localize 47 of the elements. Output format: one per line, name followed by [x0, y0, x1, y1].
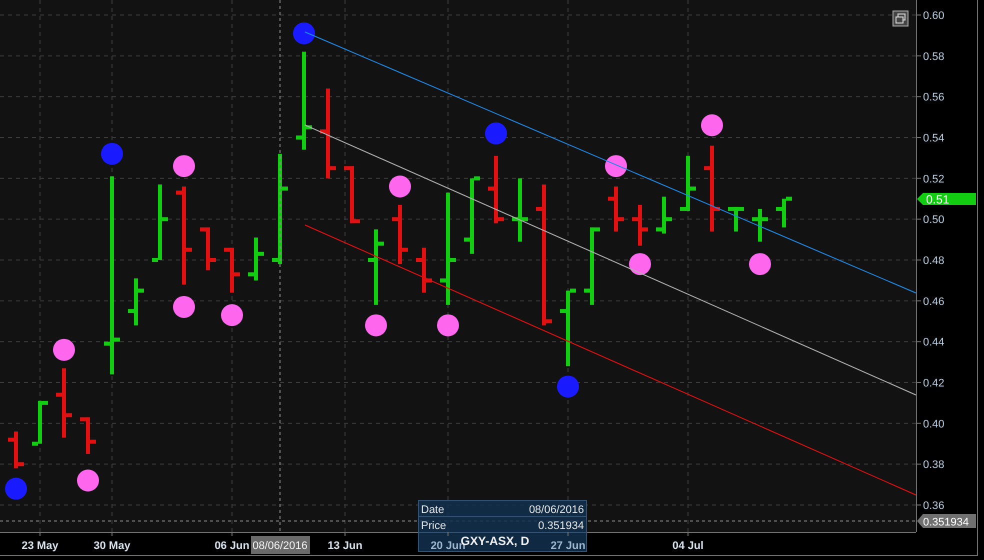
tooltip-label: Price: [421, 520, 446, 532]
crosshair-date-label: 08/06/2016: [251, 536, 310, 554]
restore-icon[interactable]: [892, 10, 908, 26]
axis-label: 0.54: [923, 132, 944, 144]
axis-label: 0.60: [923, 10, 944, 22]
axis-label: 30 May: [94, 540, 130, 552]
axis-label: 0.52: [923, 173, 944, 186]
trend-line[interactable]: [304, 32, 916, 294]
indicator-dot: [221, 304, 243, 326]
indicator-dot: [437, 314, 459, 336]
indicator-dot: [605, 155, 627, 178]
axis-label: 27 Jun: [550, 540, 586, 552]
trend-line[interactable]: [304, 124, 916, 396]
axis-label: 0.38: [923, 459, 944, 472]
indicator-dot: [77, 470, 99, 492]
indicator-dot: [5, 478, 27, 500]
indicator-dot: [749, 253, 771, 276]
indicator-dot: [53, 338, 75, 361]
crosshair-price-label: 0.351934: [917, 514, 976, 528]
trend-line[interactable]: [304, 224, 916, 496]
axis-label: 0.46: [923, 296, 944, 308]
tooltip-value: 0.351934: [538, 520, 584, 532]
axis-label: 0.50: [923, 214, 944, 226]
axis-label: 04 Jul: [672, 540, 704, 552]
axis-label: 0.44: [923, 336, 944, 349]
indicator-dot: [101, 142, 123, 165]
tooltip-value: 08/06/2016: [528, 504, 584, 516]
axis-label: 0.48: [923, 255, 944, 267]
indicator-dot: [173, 155, 195, 178]
axis-label: 23 May: [22, 540, 58, 552]
axis-label: 0.56: [923, 92, 944, 104]
indicator-dot: [629, 253, 651, 276]
tooltip-label: Date: [421, 504, 444, 516]
axis-label: 0.58: [923, 50, 944, 63]
axis-label: 0.40: [923, 418, 944, 430]
indicator-dot: [293, 22, 315, 44]
indicator-dot: [173, 296, 195, 318]
indicator-dot: [365, 314, 387, 336]
indicator-dot: [389, 176, 411, 198]
axis-label: 0.36: [923, 500, 944, 512]
indicator-dot: [701, 114, 723, 136]
last-price-label: 0.51: [917, 192, 976, 206]
indicator-dot: [485, 122, 507, 144]
axis-label: 0.42: [923, 378, 944, 390]
indicator-dot: [557, 376, 579, 398]
axis-label: 06 Jun: [214, 540, 250, 552]
axis-label: 13 Jun: [328, 540, 362, 552]
